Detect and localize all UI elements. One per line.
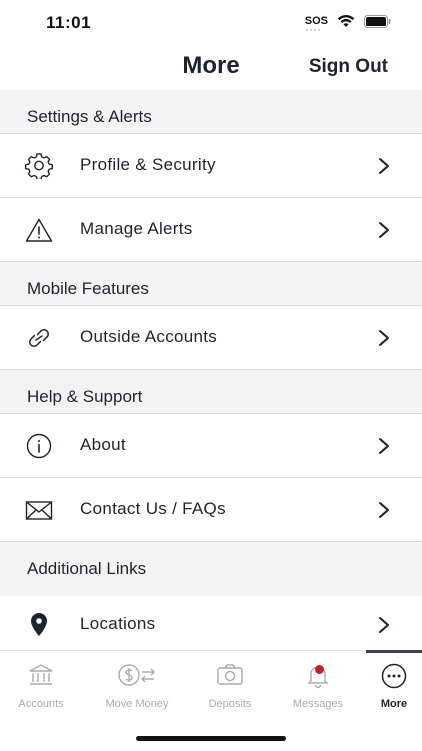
section-header-settings: Settings & Alerts [0,90,422,134]
status-time: 11:01 [46,13,92,32]
bank-icon [29,664,53,685]
tab-messages[interactable]: Messages [280,651,356,711]
menu-item-label: Contact Us / FAQs [80,499,226,518]
status-bar: 11:01 SOS [0,0,422,44]
nav-header: More Sign Out [0,44,422,90]
envelope-icon [25,501,53,520]
sos-indicator: SOS [305,15,328,35]
menu-item-outside-accounts[interactable]: Outside Accounts [0,306,422,370]
map-pin-icon [31,613,47,636]
tab-accounts[interactable]: Accounts [0,651,82,711]
menu-item-label: Outside Accounts [80,327,218,346]
section-title: Additional Links [27,559,147,578]
link-icon [29,329,49,347]
tab-more[interactable]: More [366,651,422,711]
menu-item-contact-faqs[interactable]: Contact Us / FAQs [0,478,422,542]
menu-item-label: Manage Alerts [80,219,193,238]
tab-label: More [380,698,408,710]
menu-item-profile-security[interactable]: Profile & Security [0,134,422,198]
more-dots-icon [381,663,407,689]
menu-item-manage-alerts[interactable]: Manage Alerts [0,198,422,262]
gear-icon [25,153,53,179]
home-indicator[interactable] [136,736,286,741]
wifi-icon [337,15,355,27]
tab-label: Messages [292,698,344,710]
menu-item-label: Profile & Security [80,155,216,174]
menu-item-locations[interactable]: Locations [0,596,422,652]
status-indicators: SOS [305,14,392,35]
menu-item-label: Locations [80,614,156,633]
menu-item-about[interactable]: About [0,414,422,478]
tab-label: Deposits [208,698,252,710]
chevron-right-icon [379,617,389,633]
section-title: Settings & Alerts [27,107,152,126]
chevron-right-icon [379,222,389,238]
camera-icon [217,664,243,685]
chevron-right-icon [379,438,389,454]
warning-icon [25,218,53,242]
tab-deposits[interactable]: Deposits [192,651,268,711]
section-title: Help & Support [27,387,143,406]
chevron-right-icon [379,330,389,346]
battery-icon [364,14,391,28]
chevron-right-icon [379,158,389,174]
section-header-mobile-features: Mobile Features [0,262,422,306]
tab-label: Move Money [105,698,169,710]
section-header-help-support: Help & Support [0,370,422,414]
sign-out-button[interactable]: Sign Out [309,56,388,78]
tab-move-money[interactable]: Move Money [92,651,182,711]
notification-badge [315,665,324,674]
chevron-right-icon [379,502,389,518]
info-icon [26,433,52,459]
tab-label: Accounts [18,698,64,710]
menu-item-label: About [80,435,126,454]
section-header-additional-links: Additional Links [0,542,422,596]
section-title: Mobile Features [27,279,149,298]
transfer-icon [118,664,155,686]
